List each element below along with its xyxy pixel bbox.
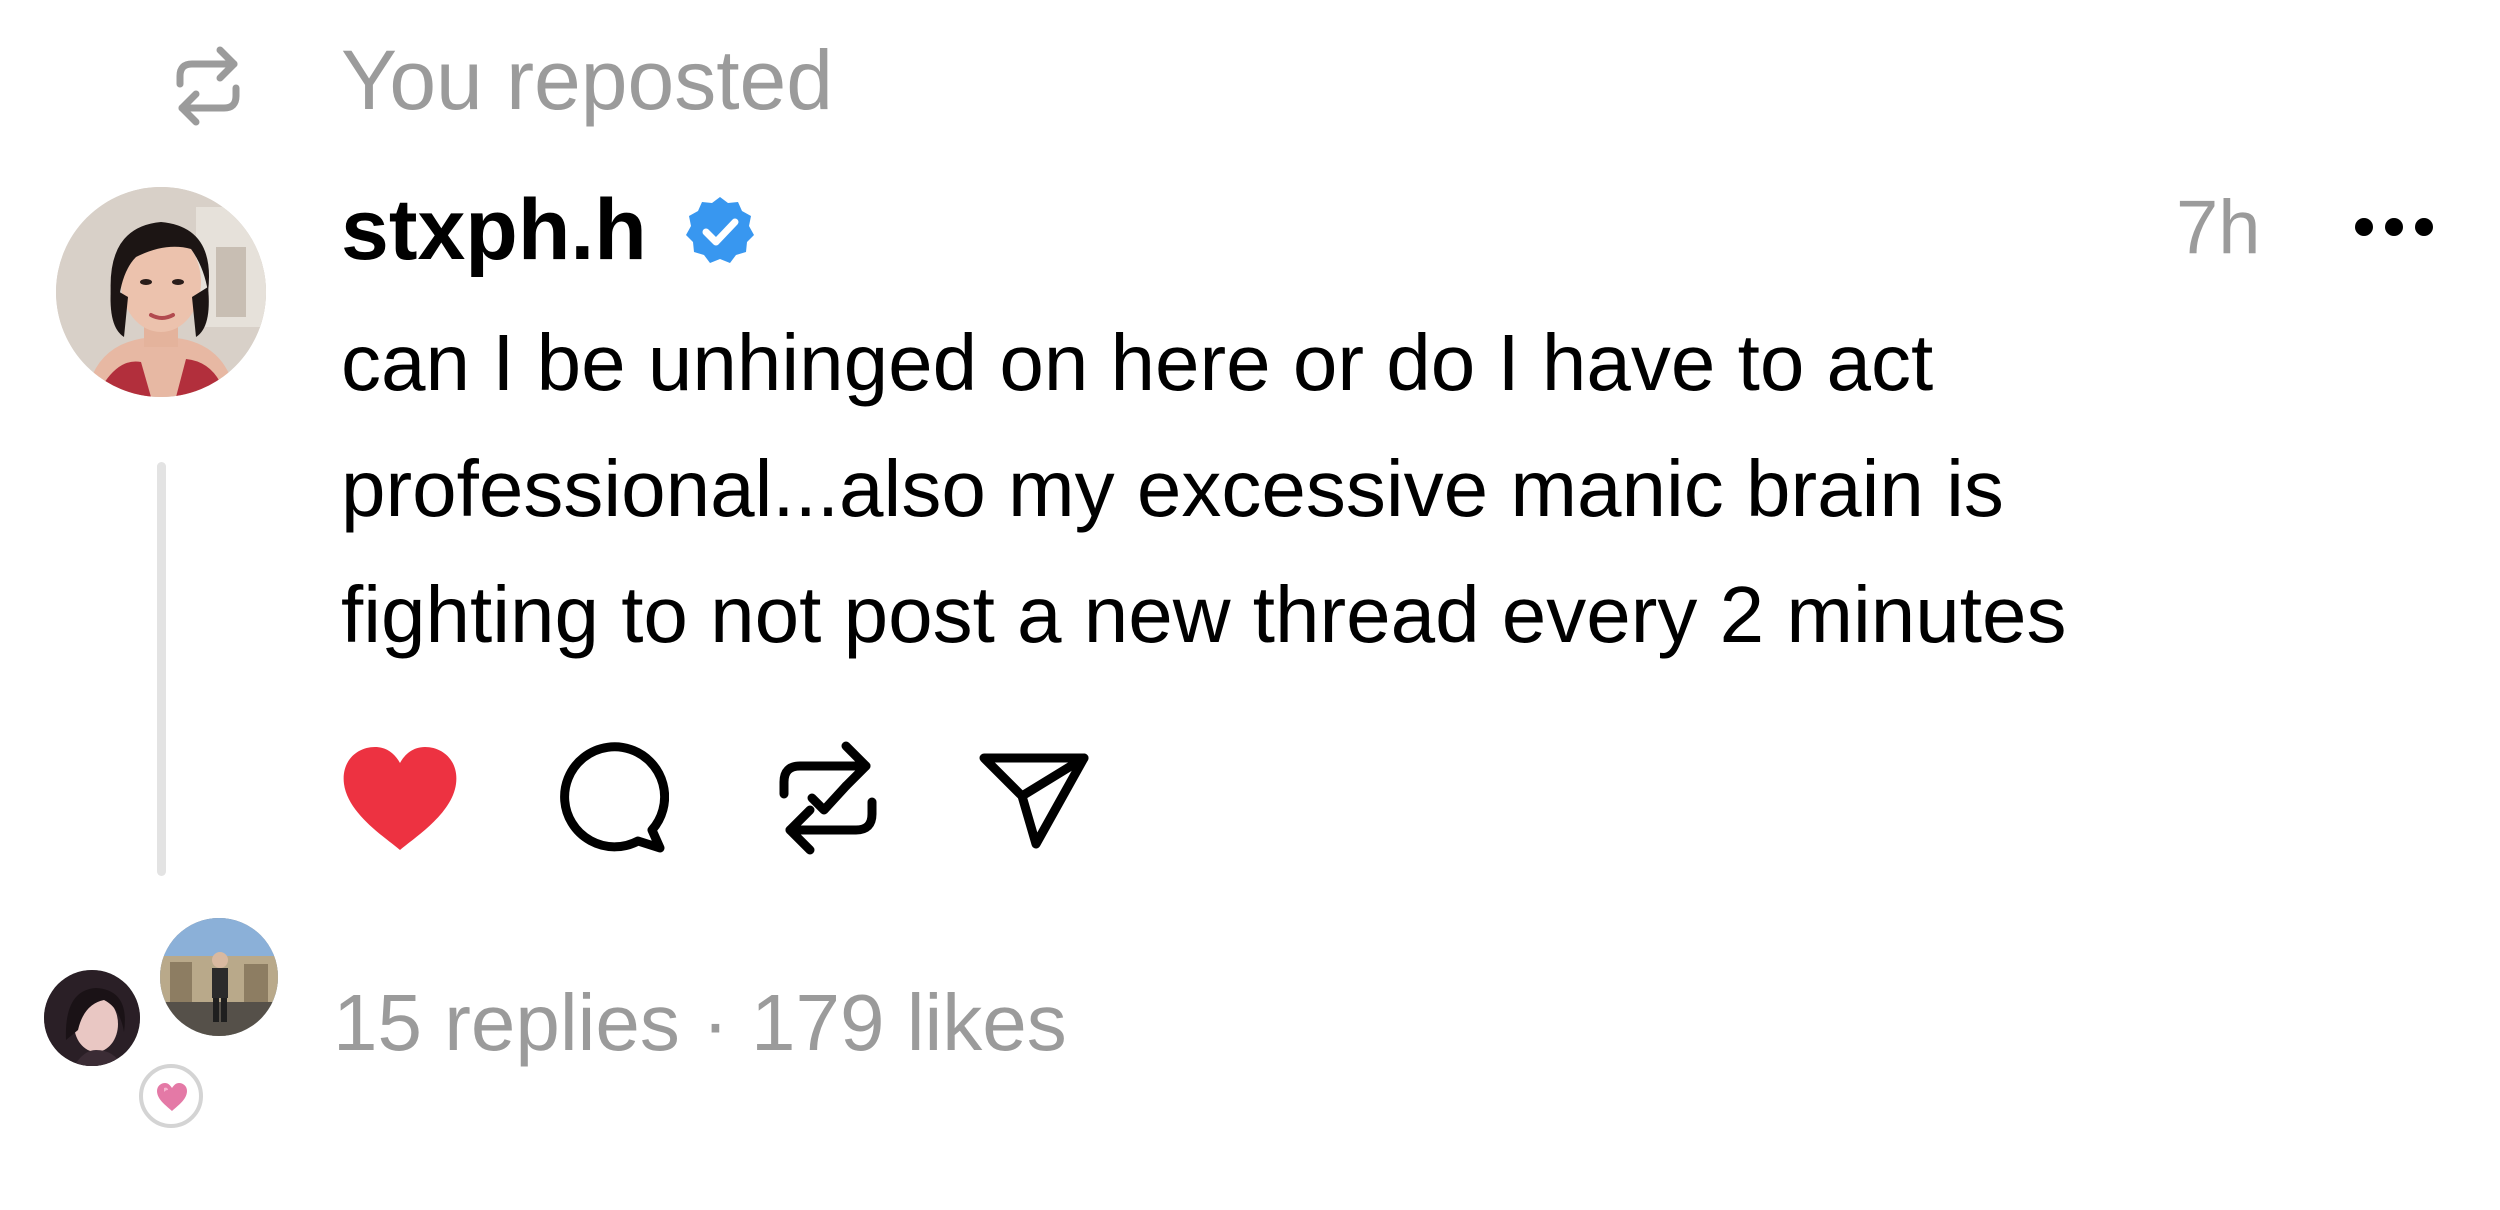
- author-username[interactable]: stxph.h: [341, 175, 647, 285]
- stats-separator: ·: [702, 978, 751, 1067]
- send-icon[interactable]: [978, 750, 1090, 850]
- verified-badge-icon: [686, 197, 754, 263]
- post-body: can I be unhinged on here or do I have t…: [341, 300, 2391, 678]
- separator-dot: ·: [702, 978, 729, 1067]
- thread-post: You reposted stxph.h 7h can I be unhinge…: [0, 0, 2500, 1210]
- post-timestamp: 7h: [2176, 185, 2261, 270]
- post-body-line: can I be unhinged on here or do I have t…: [341, 318, 1934, 407]
- replies-count[interactable]: 15 replies: [333, 978, 680, 1067]
- thread-connector-line: [157, 462, 166, 876]
- author-avatar[interactable]: [56, 187, 266, 397]
- pink-heart-icon: [157, 1083, 187, 1111]
- replier-avatar[interactable]: [44, 970, 140, 1066]
- post-stats: 15 replies · 179 likes: [333, 968, 1067, 1078]
- post-body-line: professional...also my excessive manic b…: [341, 444, 2004, 533]
- repost-icon: [176, 46, 240, 126]
- likes-count[interactable]: 179 likes: [751, 978, 1067, 1067]
- repost-label: You reposted: [341, 33, 833, 127]
- reaction-badge: [139, 1064, 203, 1128]
- more-options-icon[interactable]: [2352, 205, 2436, 249]
- replier-avatar[interactable]: [160, 918, 278, 1036]
- comment-icon[interactable]: [553, 740, 669, 856]
- repost-check-icon[interactable]: [770, 732, 886, 864]
- heart-icon[interactable]: [340, 744, 460, 854]
- post-body-line: fighting to not post a new thread every …: [341, 570, 2067, 659]
